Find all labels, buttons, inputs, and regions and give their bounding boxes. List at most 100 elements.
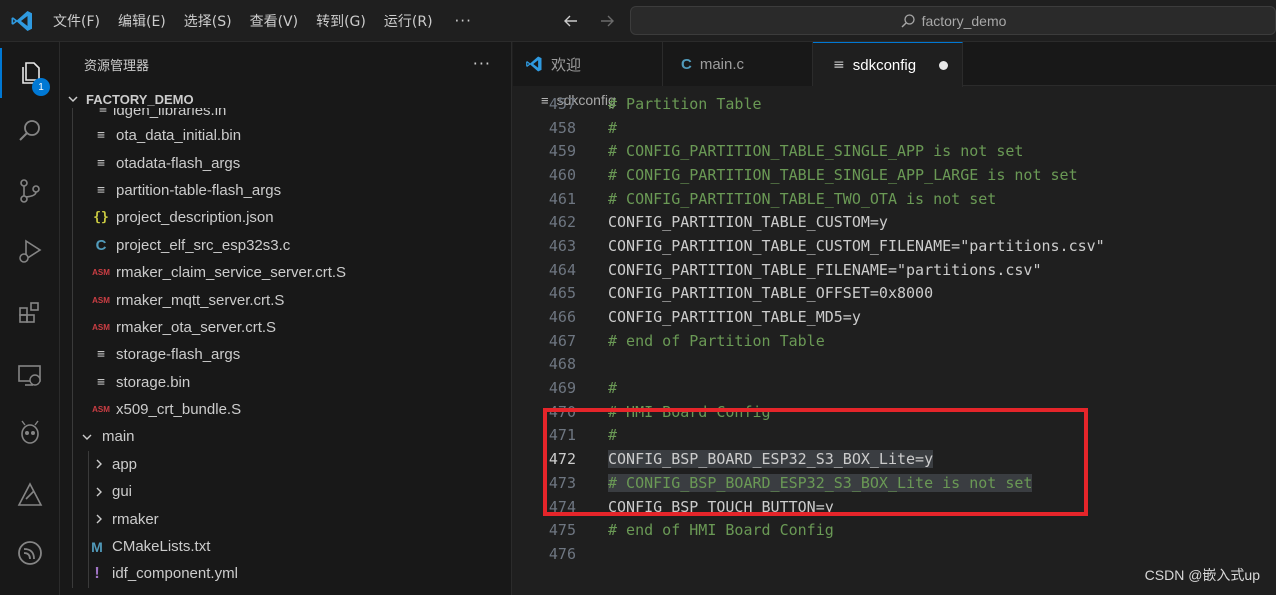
remote-explorer-icon[interactable] (0, 350, 60, 400)
sidebar-more-icon[interactable]: ··· (473, 54, 491, 73)
tree-folder-gui[interactable]: gui (60, 478, 511, 506)
explorer-icon[interactable]: 1 (0, 48, 60, 98)
file-lines-icon: ≡ (99, 108, 107, 117)
unsaved-dot-icon[interactable] (939, 61, 948, 70)
tree-item[interactable]: ASM rmaker_mqtt_server.crt.S (60, 286, 511, 314)
tree-item-label: rmaker_mqtt_server.crt.S (116, 291, 285, 309)
espressif-icon[interactable] (0, 528, 60, 578)
tree-folder-rmaker[interactable]: rmaker (60, 505, 511, 533)
tab-label: main.c (699, 55, 745, 73)
menu-view[interactable]: 查看(V) (250, 11, 299, 31)
chevron-right-icon (96, 487, 102, 497)
tree-folder-app[interactable]: app (60, 450, 511, 479)
tree-item-label: app (112, 455, 138, 473)
tree-item[interactable]: ≡ storage-flash_args (60, 341, 511, 369)
tree-item[interactable]: ASM rmaker_ota_server.crt.S (60, 313, 511, 342)
tree-item[interactable]: ≡ partition-table-flash_args (60, 176, 511, 205)
watermark: CSDN @嵌入式up (1144, 567, 1260, 583)
source-control-icon[interactable] (0, 166, 60, 216)
tree-item-label: main (102, 428, 135, 446)
idf-icon[interactable] (0, 470, 60, 520)
chevron-right-icon (96, 459, 102, 469)
file-lines-icon: ≡ (97, 182, 105, 198)
code-text: # CONFIG_PARTITION_TABLE_TWO_OTA is not … (608, 189, 997, 208)
code-line[interactable]: 467 # end of Partition Table (513, 329, 1276, 353)
code-line[interactable]: 460 # CONFIG_PARTITION_TABLE_SINGLE_APP_L… (513, 163, 1276, 187)
c-file-icon: C (95, 236, 107, 254)
code-line[interactable]: 466 CONFIG_PARTITION_TABLE_MD5=y (513, 305, 1276, 329)
menu-run[interactable]: 运行(R) (384, 11, 433, 31)
tree-item-label: partition-table-flash_args (116, 181, 282, 199)
code-line[interactable]: 461 # CONFIG_PARTITION_TABLE_TWO_OTA is n… (513, 187, 1276, 211)
tree-item[interactable]: ! idf_component.yml (60, 560, 511, 588)
tree-item-label: project_elf_src_esp32s3.c (116, 236, 291, 254)
explorer-sidebar: 资源管理器 ··· FACTORY_DEMO ≡ ldgen_libraries… (60, 42, 512, 595)
tree-item[interactable]: ≡ ldgen_libraries.in (60, 108, 511, 122)
code-line[interactable]: 463 CONFIG_PARTITION_TABLE_CUSTOM_FILENAM… (513, 234, 1276, 258)
menu-file[interactable]: 文件(F) (53, 11, 100, 31)
tree-item-label: storage.bin (116, 373, 191, 391)
tree-item-label: otadata-flash_args (116, 154, 241, 172)
menu-selection[interactable]: 选择(S) (184, 11, 232, 31)
yml-file-icon: ! (94, 564, 100, 582)
tree-item[interactable]: ≡ otadata-flash_args (60, 149, 511, 177)
code-text: # Partition Table (608, 94, 762, 113)
menu-more-icon[interactable]: ··· (455, 12, 472, 30)
tree-item[interactable]: M CMakeLists.txt (60, 532, 511, 561)
tree-item-label: rmaker_claim_service_server.crt.S (116, 264, 347, 282)
menu-bar: 文件(F) 编辑(E) 选择(S) 查看(V) 转到(G) 运行(R) ··· (53, 0, 472, 42)
tree-item-label: x509_crt_bundle.S (116, 401, 242, 419)
code-line[interactable]: 469 # (513, 376, 1276, 400)
menu-edit[interactable]: 编辑(E) (118, 11, 166, 31)
tree-item[interactable]: ASM x509_crt_bundle.S (60, 395, 511, 424)
platformio-icon[interactable] (0, 408, 60, 458)
code-line[interactable]: 468 (513, 353, 1276, 377)
chevron-down-icon (68, 96, 78, 103)
command-center-search[interactable]: factory_demo (630, 6, 1276, 35)
code-line[interactable]: 459 # CONFIG_PARTITION_TABLE_SINGLE_APP i… (513, 139, 1276, 163)
code-line[interactable]: 458 # (513, 116, 1276, 140)
line-number: 467 (548, 331, 576, 350)
forward-arrow-icon[interactable] (596, 10, 618, 32)
line-number: 462 (548, 213, 576, 232)
tree-item[interactable]: ≡ storage.bin (60, 368, 511, 396)
cmake-file-icon: M (91, 538, 103, 555)
code-line[interactable]: 457 # Partition Table (513, 92, 1276, 116)
tree-item[interactable]: Cproject_elf_src_esp32s3.c (60, 231, 511, 259)
navigation-arrows (560, 10, 618, 32)
tab-main-c[interactable]: C main.c (663, 42, 813, 86)
vscode-logo-icon (526, 56, 542, 72)
asm-file-icon: ASM (92, 268, 110, 278)
line-number: 458 (548, 118, 576, 137)
vscode-logo-icon (11, 11, 32, 31)
back-arrow-icon[interactable] (560, 10, 582, 32)
extensions-icon[interactable] (0, 288, 60, 338)
tree-item-label: gui (112, 483, 133, 501)
tab-welcome[interactable]: 欢迎 (513, 42, 663, 86)
menu-go[interactable]: 转到(G) (316, 11, 366, 31)
search-icon[interactable] (0, 106, 60, 156)
line-number: 457 (548, 94, 576, 113)
tree-item-label: ldgen_libraries.in (113, 108, 227, 119)
code-text: CONFIG_PARTITION_TABLE_OFFSET=0x8000 (608, 284, 934, 303)
tab-label: sdkconfig (852, 56, 917, 74)
code-line[interactable]: 465 CONFIG_PARTITION_TABLE_OFFSET=0x8000 (513, 282, 1276, 306)
code-line[interactable]: 462 CONFIG_PARTITION_TABLE_CUSTOM=y (513, 210, 1276, 234)
file-lines-icon: ≡ (97, 374, 105, 390)
line-number: 469 (548, 379, 576, 398)
code-line[interactable]: 476 (513, 542, 1276, 566)
code-line[interactable]: 475 # end of HMI Board Config (513, 518, 1276, 542)
tree-item[interactable]: {} project_description.json (60, 204, 511, 232)
code-text: # (608, 118, 618, 137)
sidebar-header: 资源管理器 ··· (60, 42, 511, 87)
run-debug-icon[interactable] (0, 226, 60, 276)
tree-item[interactable]: ≡ ota_data_initial.bin (60, 122, 511, 150)
tree-item-label: ota_data_initial.bin (116, 127, 242, 145)
tree-item[interactable]: ASM rmaker_claim_service_server.crt.S (60, 258, 511, 287)
tree-item-label: rmaker_ota_server.crt.S (116, 318, 277, 336)
code-text: CONFIG_PARTITION_TABLE_CUSTOM_FILENAME="… (608, 236, 1105, 255)
code-line[interactable]: 464 CONFIG_PARTITION_TABLE_FILENAME="part… (513, 258, 1276, 282)
tab-sdkconfig[interactable]: ≡ sdkconfig (813, 42, 963, 87)
tree-folder-main[interactable]: main (60, 423, 511, 451)
code-text: CONFIG_PARTITION_TABLE_MD5=y (608, 308, 861, 327)
